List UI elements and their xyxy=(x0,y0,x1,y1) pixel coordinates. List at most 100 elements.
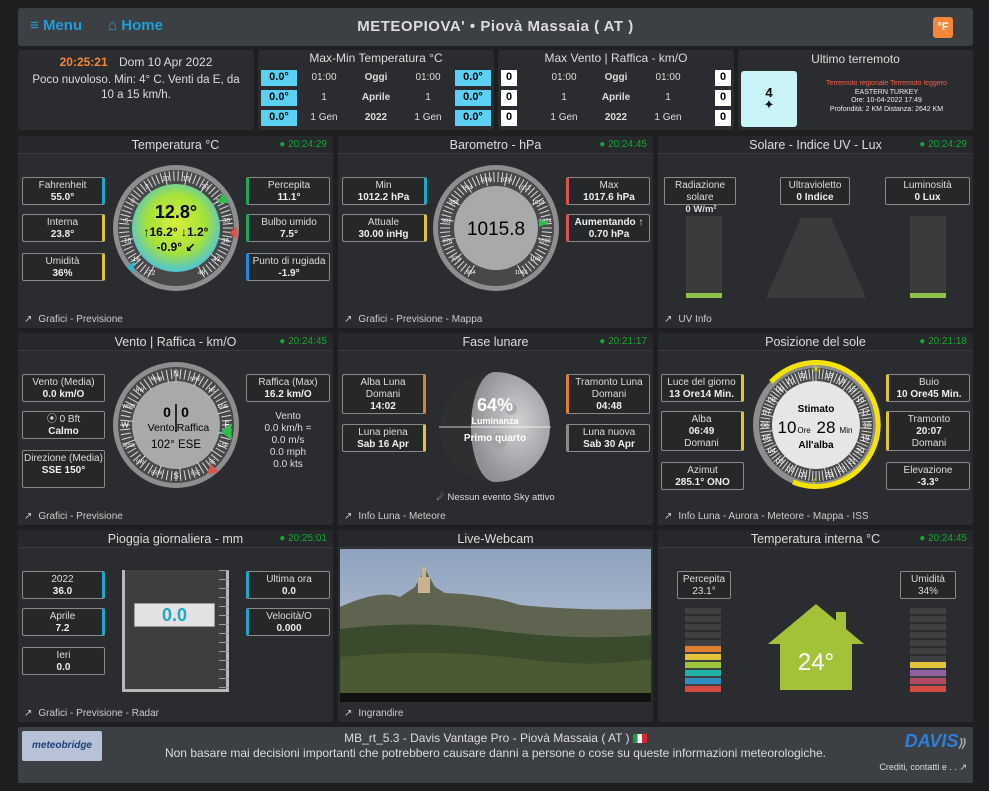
credits-link[interactable]: Crediti, contatti e . . ↗ xyxy=(879,762,967,773)
value-high: 0 xyxy=(715,70,731,86)
footer-disclaimer: Non basare mai decisioni importanti che … xyxy=(164,746,827,760)
sun-clock: 0102030405060708091011 131415161718192021… xyxy=(753,360,881,489)
svg-text:28: 28 xyxy=(817,418,836,437)
svg-text:Raffica: Raffica xyxy=(177,422,210,434)
external-link-icon: ↗ xyxy=(664,314,673,325)
clock-hour-label: 08 xyxy=(768,397,776,404)
luminosity-box: Luminosità 0 Lux xyxy=(885,177,970,205)
gauge-tick-label: 982 xyxy=(442,218,451,224)
gauge-tick-label: 30 xyxy=(223,217,231,224)
uv-info-link[interactable]: ↗ UV Info xyxy=(664,314,712,325)
external-link-icon: ↗ xyxy=(344,708,353,719)
rain-footer-link[interactable]: ↗ Grafici - Previsione - Radar xyxy=(24,708,159,719)
svg-text:102° ESE: 102° ESE xyxy=(151,439,201,451)
quake-depth: Profondità: 2 KM Distanza: 2642 KM xyxy=(829,105,944,113)
gauge-tick-label: 970 xyxy=(451,257,460,263)
azimuth-box: Azimut 285.1° ONO xyxy=(661,462,744,490)
quake-icon: ✦ xyxy=(763,97,775,112)
luminosity-bar xyxy=(910,216,946,298)
svg-text:0: 0 xyxy=(181,404,189,420)
temperature-value: 12.8° xyxy=(155,202,197,222)
moonset-box: Tramonto Luna Domani 04:48 xyxy=(566,374,650,414)
moon-phase-image: 64% Luminanza Primo quarto xyxy=(439,372,551,482)
barometer-panel: Barometro - hPa ● 20:24:45 Min 1012.2 hPa … xyxy=(338,136,653,328)
gauge-tick-label: 1042 xyxy=(515,270,527,276)
webcam-enlarge-link[interactable]: ↗ Ingrandire xyxy=(344,708,403,719)
gauge-tick-label: 36 xyxy=(222,238,230,245)
moon-footer-link[interactable]: ↗ Info Luna - Meteore xyxy=(344,511,446,522)
minmax-row: 0.0° 01:00 Oggi 01:00 0.0° xyxy=(258,70,494,86)
gauge-tick-label: -10 xyxy=(122,238,132,245)
feels-like-box: Percepita 11.1° xyxy=(246,177,330,205)
pressure-value: 1015.8 xyxy=(467,219,525,240)
davis-logo[interactable]: DAVIS⟫ xyxy=(905,731,967,752)
rain-today-value: 0.0 xyxy=(134,603,215,627)
indoor-humidity-bar xyxy=(910,608,946,692)
pressure-min-box: Min 1012.2 hPa xyxy=(342,177,427,205)
uv-pyramid xyxy=(766,218,866,298)
value-low: 0 xyxy=(501,90,517,106)
value-high: 0 xyxy=(715,110,731,126)
clock-hour-label: 09 xyxy=(776,386,784,393)
elevation-box: Elevazione -3.3° xyxy=(886,462,970,490)
sun-footer-link[interactable]: ↗ Info Luna - Aurora - Meteore - Mappa - … xyxy=(664,511,868,522)
gauge-tick-label: 964 xyxy=(466,270,475,276)
compass-direction-label: NNE xyxy=(190,376,201,382)
external-link-icon: ↗ xyxy=(344,511,353,522)
moon-panel: Fase lunare ● 20:21:17 Alba Luna Domani 14… xyxy=(338,333,653,525)
current-time: 20:25:21 xyxy=(59,55,108,69)
wet-bulb-box: Bulbo umido 7.5° xyxy=(246,214,330,242)
barometer-footer-link[interactable]: ↗ Grafici - Previsione - Mappa xyxy=(344,314,482,325)
webcam-image[interactable] xyxy=(340,549,651,702)
wind-footer-link[interactable]: ↗ Grafici - Previsione xyxy=(24,511,123,522)
indoor-temp-box: Interna 23.8° xyxy=(22,214,105,242)
top-bar: ≡ Menu ⌂ Home METEOPIOVA' • Piovà Massai… xyxy=(18,8,973,46)
dew-point-box: Punto di rugiada -1.9° xyxy=(246,253,330,281)
temperature-footer-link[interactable]: ↗ Grafici - Previsione xyxy=(24,314,123,325)
compass-direction-label: SSW xyxy=(151,471,163,477)
italy-flag-icon xyxy=(632,734,647,744)
wind-direction-box: Direzione (Media) SSE 150° xyxy=(22,450,105,488)
earthquake-title: Ultimo terremoto xyxy=(811,52,900,66)
external-link-icon: ↗ xyxy=(959,762,967,772)
moonrise-box: Alba Luna Domani 14:02 xyxy=(342,374,426,414)
clock-hour-label: 01 xyxy=(799,472,807,479)
new-moon-box: Luna nuova Sab 30 Apr xyxy=(566,424,650,452)
footer-station-info: MB_rt_5.3 - Davis Vantage Pro - Piovà Ma… xyxy=(18,731,973,745)
solar-radiation-box: Radiazione solare xyxy=(664,177,736,205)
external-link-icon: ↗ xyxy=(664,511,673,522)
value-low: 0 xyxy=(501,70,517,86)
external-link-icon: ↗ xyxy=(24,708,33,719)
value-high: 0.0° xyxy=(455,70,491,86)
svg-text:-0.9° ↙: -0.9° ↙ xyxy=(157,240,196,254)
page-title: METEOPIOVA' • Piovà Massaia ( AT ) xyxy=(357,18,634,35)
pressure-current-box: Attuale 30.00 inHg xyxy=(342,214,427,242)
wind-panel: Vento | Raffica - km/O ● 20:24:45 Vento (… xyxy=(18,333,333,525)
clock-hour-label: 05 xyxy=(763,436,771,443)
unit-toggle-button[interactable]: °F xyxy=(933,17,953,38)
current-conditions-panel: 20:25:21 Dom 10 Apr 2022 Poco nuvoloso. … xyxy=(18,50,254,130)
value-low: 0 xyxy=(501,110,517,126)
daylight-box: Luce del giorno 13 Ore14 Min. xyxy=(661,374,744,402)
rain-last-hour-box: Ultima ora 0.0 xyxy=(246,571,330,599)
earthquake-magnitude: 4 ✦ xyxy=(741,71,797,127)
gauge-tick-label: 1030 xyxy=(538,238,550,244)
gust-max-box: Raffica (Max) 16.2 km/O xyxy=(246,374,330,402)
webcam-panel: Live-Webcam ↗ Ingrandire xyxy=(338,530,653,722)
rain-year-box: 2022 36.0 xyxy=(22,571,105,599)
compass-direction-label: SSE xyxy=(191,471,202,477)
earthquake-panel[interactable]: Ultimo terremoto 4 ✦ Terremoto regionale… xyxy=(738,50,973,130)
moon-icon: ☾ xyxy=(812,477,820,487)
clock-hour-label: 17 xyxy=(861,409,869,416)
house-icon: 24° xyxy=(768,604,864,690)
gauge-tick-label: 1006 xyxy=(500,178,512,184)
full-moon-box: Luna piena Sab 16 Apr xyxy=(342,424,426,452)
sky-event: ☄ Nessun evento Sky attivo xyxy=(436,492,555,503)
darkness-box: Buio 10 Ore45 Min. xyxy=(886,374,970,402)
value-high: 0.0° xyxy=(455,110,491,126)
compass-direction-label: WSW xyxy=(122,443,135,449)
sunrise-box: Alba 06:49 Domani xyxy=(661,411,744,451)
gauge-tick-label: -22 xyxy=(146,270,156,277)
sun-position-panel: Posizione del sole ● 20:21:18 Luce del gi… xyxy=(658,333,973,525)
gauge-tick-label: 48 xyxy=(198,270,206,277)
